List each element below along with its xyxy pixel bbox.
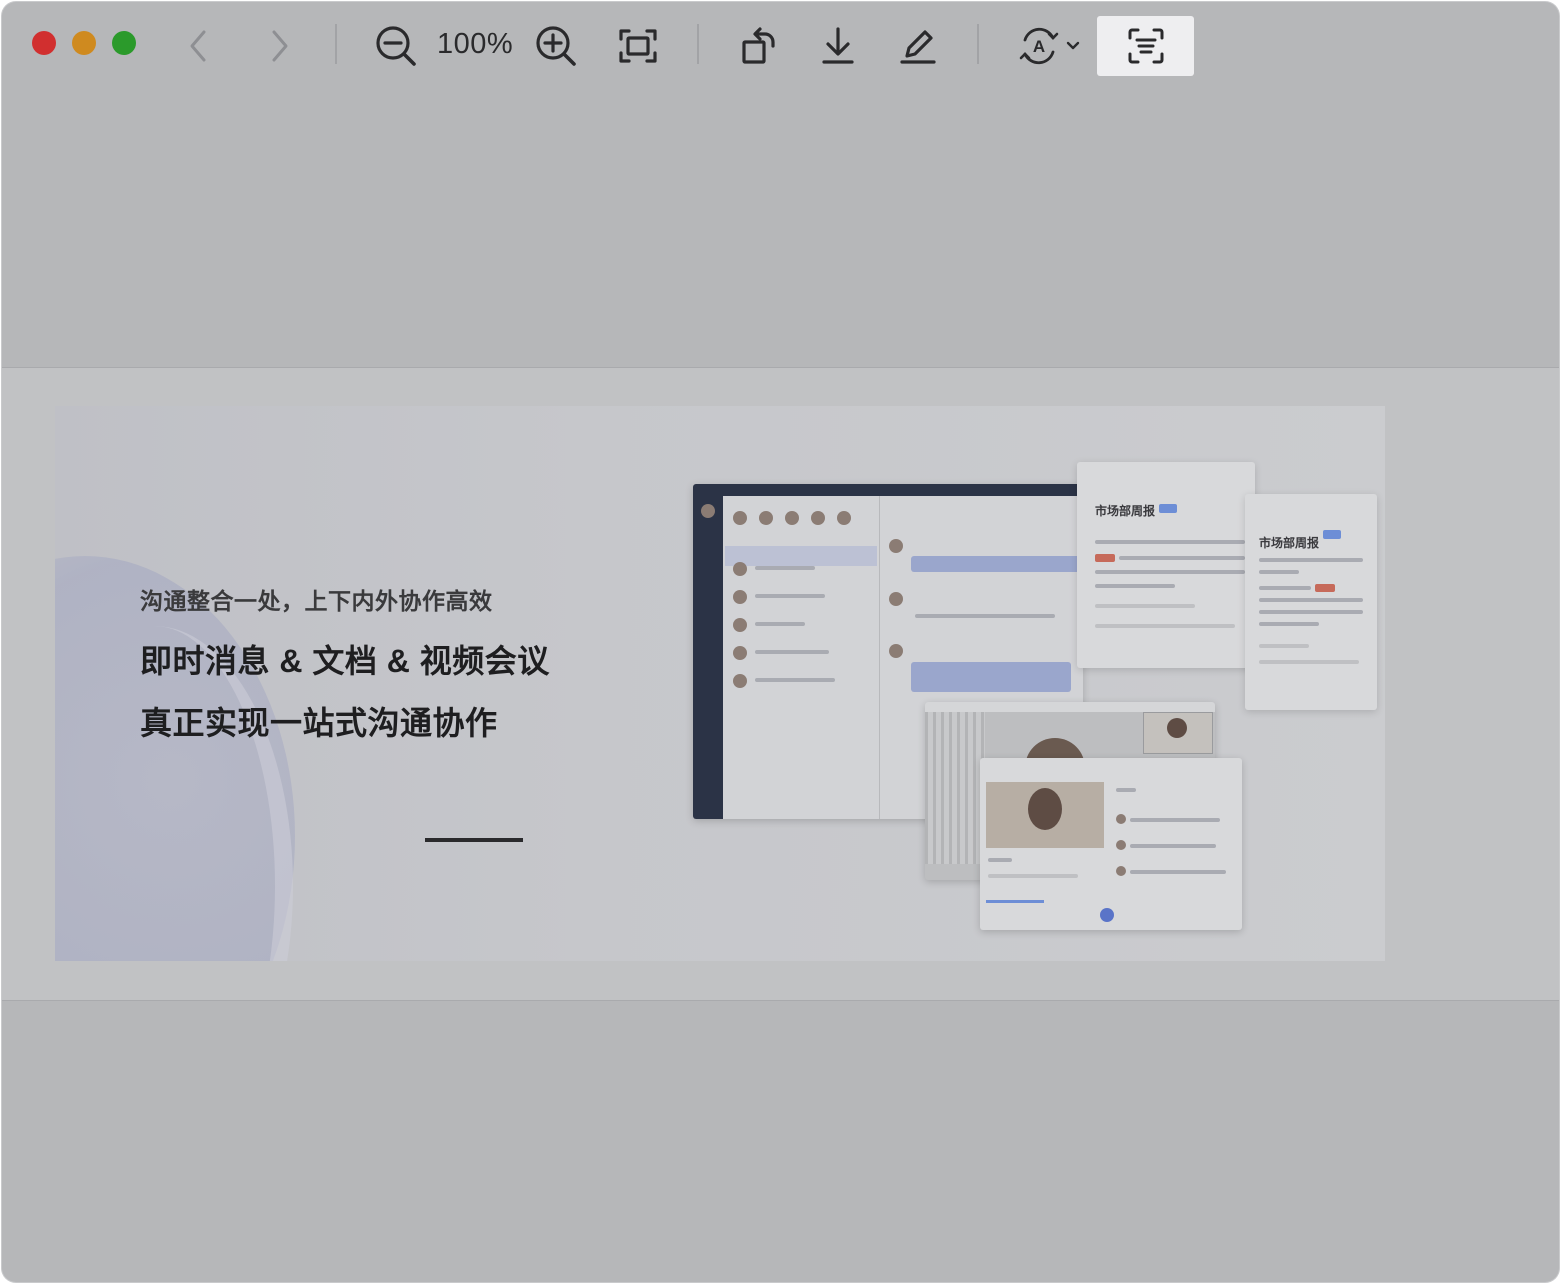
toolbar-divider [977,24,979,64]
zoom-level-label: 100% [437,28,514,60]
svg-text:A: A [1033,37,1045,56]
document-mockup: 市场部周报 [1245,494,1377,710]
forward-button[interactable] [262,16,298,76]
chevron-right-icon [272,30,288,62]
maximize-window-button[interactable] [112,31,136,55]
video-call-window-mockup [980,758,1242,930]
back-button[interactable] [180,16,216,76]
download-icon [822,27,854,64]
document-title: 市场部周报 [1095,504,1156,518]
fit-screen-icon [619,29,657,63]
close-window-button[interactable] [32,31,56,55]
auto-translate-button[interactable]: A [1018,16,1084,76]
banner-headline: 真正实现一站式沟通协作 [140,705,498,741]
zoom-out-icon [376,26,416,66]
toolbar: 100% A [2,2,1559,86]
banner-headline: 即时消息 & 文档 & 视频会议 [140,643,550,679]
chevron-left-icon [190,30,206,62]
live-text-button[interactable] [1097,16,1194,76]
decorative-underline [425,838,523,842]
image-canvas: 沟通整合一处，上下内外协作高效 即时消息 & 文档 & 视频会议 真正实现一站式… [2,367,1559,1001]
markup-button[interactable] [896,16,940,76]
document-title: 市场部周报 [1259,536,1320,550]
zoom-in-icon [536,26,576,66]
zoom-in-button[interactable] [534,16,578,76]
pencil-icon [900,30,936,64]
image-viewer-window: 100% A 沟通整合一处，上下内外协作高效 即时消息 & 文档 & 视频会议 … [2,2,1559,1282]
document-mockup: 市场部周报 [1077,462,1255,668]
toolbar-divider [335,24,337,64]
banner-subtitle: 沟通整合一处，上下内外协作高效 [140,588,493,614]
live-text-icon [1128,28,1163,64]
fit-to-window-button[interactable] [616,16,660,76]
toolbar-divider [697,24,699,64]
zoom-out-button[interactable] [374,16,418,76]
banner-image: 沟通整合一处，上下内外协作高效 即时消息 & 文档 & 视频会议 真正实现一站式… [55,406,1385,961]
translate-icon: A [1019,27,1080,65]
rotate-icon [742,27,775,64]
minimize-window-button[interactable] [72,31,96,55]
rotate-button[interactable] [736,16,780,76]
download-button[interactable] [816,16,860,76]
